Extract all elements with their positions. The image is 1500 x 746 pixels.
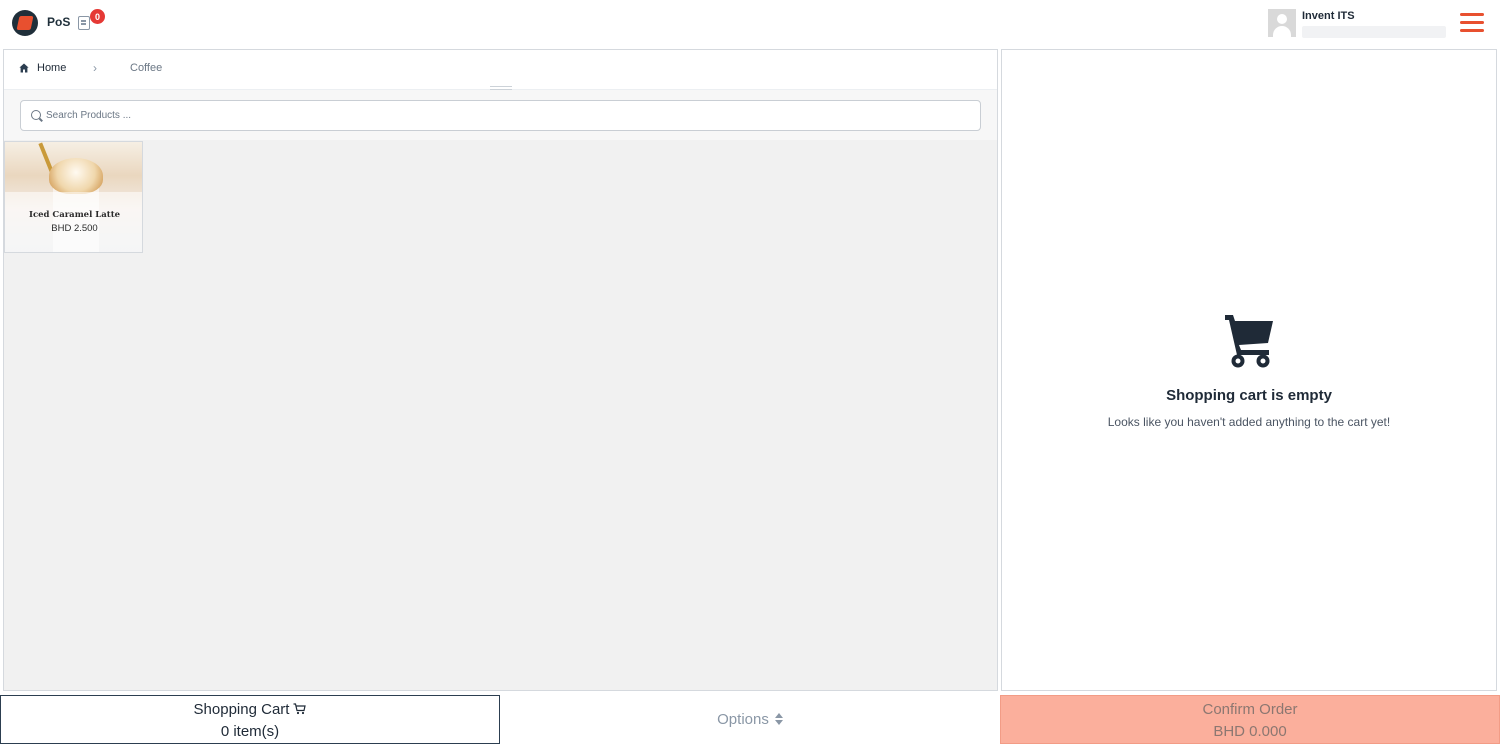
chevron-right-icon: ›	[93, 61, 97, 75]
app-name: PoS	[47, 15, 71, 29]
cart-item-count: 0 item(s)	[220, 723, 280, 740]
options-button[interactable]: Options	[500, 695, 1000, 744]
search-icon	[31, 110, 41, 120]
search-bar	[4, 90, 997, 140]
hamburger-menu-icon[interactable]	[1460, 12, 1484, 32]
order-total: BHD 0.000	[1213, 723, 1287, 740]
top-bar: PoS 0 Invent ITS	[0, 0, 1500, 46]
confirm-order-label: Confirm Order	[1202, 701, 1298, 718]
avatar-icon[interactable]	[1268, 9, 1296, 37]
shopping-cart-button[interactable]: Shopping Cart 0 item(s)	[0, 695, 500, 744]
orders-badge: 0	[90, 9, 105, 24]
cart-empty-title: Shopping cart is empty	[1166, 387, 1332, 404]
cart-empty-message: Looks like you haven't added anything to…	[1107, 415, 1391, 429]
shopping-cart-label-row: Shopping Cart	[1, 701, 499, 718]
confirm-order-button[interactable]: Confirm Order BHD 0.000	[1000, 695, 1500, 744]
sort-icon	[774, 713, 783, 725]
product-card[interactable]: Iced Caramel Latte BHD 2.500	[4, 141, 143, 253]
home-icon	[19, 63, 29, 73]
shopping-cart-icon	[293, 703, 307, 715]
orders-icon[interactable]	[78, 16, 90, 30]
options-label: Options	[717, 711, 769, 728]
user-name: Invent ITS	[1302, 10, 1355, 22]
breadcrumb-current: Coffee	[130, 62, 163, 74]
shopping-cart-icon	[1225, 315, 1273, 368]
shopping-cart-label: Shopping Cart	[193, 701, 290, 718]
search-input[interactable]	[46, 101, 966, 130]
bottom-bar: Shopping Cart 0 item(s) Options Confirm …	[0, 695, 1500, 746]
products-panel: Home › Coffee Iced Caramel Latte BHD 2.5…	[3, 49, 998, 691]
search-box[interactable]	[20, 100, 981, 131]
breadcrumb: Home › Coffee	[4, 50, 997, 90]
options-label-row: Options	[500, 711, 1000, 728]
breadcrumb-home[interactable]: Home	[37, 62, 66, 74]
cart-panel: Shopping cart is empty Looks like you ha…	[1001, 49, 1497, 691]
logo-icon[interactable]	[12, 10, 38, 36]
product-price: BHD 2.500	[51, 223, 98, 234]
product-name: Iced Caramel Latte	[28, 210, 121, 220]
user-subtitle	[1302, 26, 1446, 38]
